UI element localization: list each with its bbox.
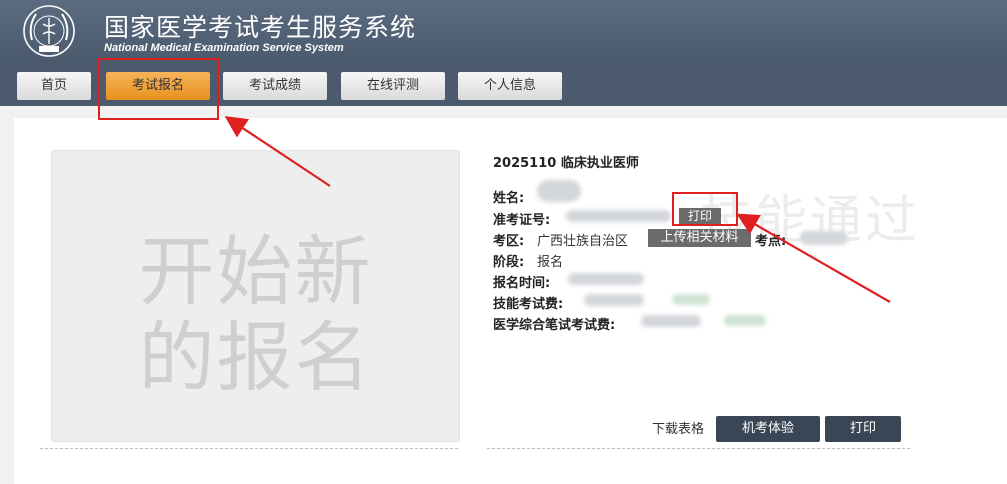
skill-exam-fee-redacted	[584, 294, 644, 306]
tab-online-assessment[interactable]: 在线评测	[341, 72, 445, 100]
system-title: 国家医学考试考生服务系统	[104, 13, 417, 42]
exam-site-label: 考点:	[755, 234, 787, 249]
tab-home[interactable]: 首页	[17, 72, 91, 100]
name-label: 姓名:	[493, 191, 525, 206]
exam-site-redacted	[800, 231, 848, 245]
registration-time-label: 报名时间:	[493, 276, 551, 291]
download-form-link[interactable]: 下载表格	[652, 418, 704, 437]
stage-label: 阶段:	[493, 255, 525, 270]
registration-time-redacted	[568, 273, 644, 285]
ticket-number-redacted	[566, 210, 671, 222]
skill-exam-fee-label: 技能考试费:	[493, 297, 564, 312]
new-registration-label: 开始新 的报名	[138, 227, 373, 402]
app-header: 国家医学考试考生服务系统 National Medical Examinatio…	[0, 0, 1007, 66]
written-exam-fee-status-redacted	[724, 315, 766, 326]
region-label: 考区:	[493, 234, 525, 249]
ticket-number-label: 准考证号:	[493, 213, 551, 228]
right-divider	[487, 448, 910, 449]
annotation-box-print-button	[672, 192, 738, 226]
name-value-redacted	[537, 180, 581, 202]
region-value: 广西壮族自治区	[537, 234, 629, 249]
stage-value: 报名	[537, 255, 564, 270]
annotation-box-registration-tab	[98, 58, 219, 120]
tab-exam-scores[interactable]: 考试成绩	[223, 72, 327, 100]
computer-test-experience-button[interactable]: 机考体验	[716, 416, 820, 442]
tab-personal-info[interactable]: 个人信息	[458, 72, 562, 100]
exam-title: 2025110 临床执业医师	[493, 156, 639, 171]
new-registration-card[interactable]: 开始新 的报名	[51, 150, 460, 442]
written-exam-fee-redacted	[641, 315, 701, 327]
written-exam-fee-label: 医学综合笔试考试费:	[493, 318, 616, 333]
system-title-english: National Medical Examination Service Sys…	[104, 42, 344, 54]
print-button[interactable]: 打印	[825, 416, 901, 442]
emblem-logo-icon	[23, 5, 75, 57]
left-divider	[40, 448, 458, 449]
upload-materials-button[interactable]: 上传相关材料	[648, 229, 751, 247]
skill-exam-fee-status-redacted	[672, 294, 710, 305]
